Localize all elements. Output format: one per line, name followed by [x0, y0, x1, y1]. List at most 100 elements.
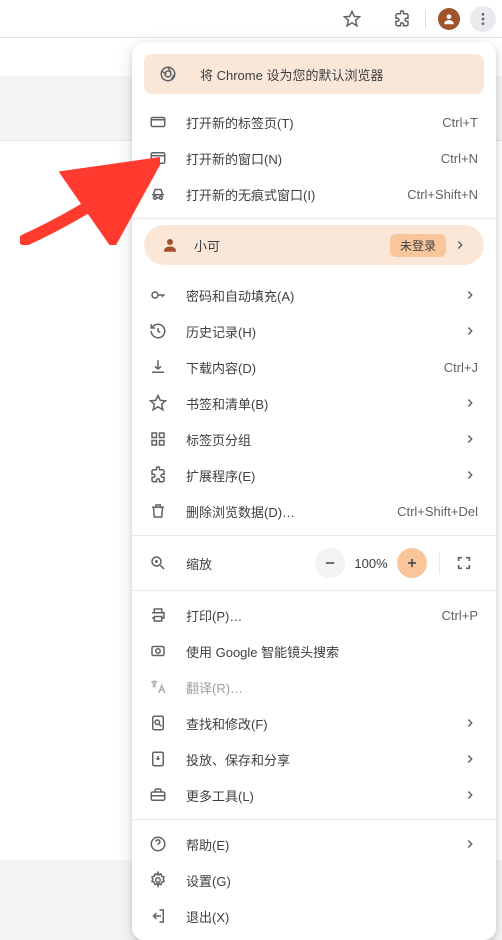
- zoom-icon: [148, 553, 168, 573]
- tab-icon: [148, 112, 168, 132]
- menu-label: 查找和修改(F): [186, 714, 456, 733]
- menu-divider: [132, 218, 496, 219]
- lens-icon: [148, 641, 168, 661]
- search-page-icon: [148, 713, 168, 733]
- gear-icon: [148, 870, 168, 890]
- puzzle-icon: [148, 465, 168, 485]
- menu-label: 下载内容(D): [186, 358, 436, 377]
- translate-item: 翻译(R)…: [132, 669, 496, 705]
- clear-data-item[interactable]: 删除浏览数据(D)… Ctrl+Shift+Del: [132, 493, 496, 529]
- default-browser-banner[interactable]: 将 Chrome 设为您的默认浏览器: [144, 54, 484, 94]
- star-icon: [148, 393, 168, 413]
- more-tools-item[interactable]: 更多工具(L): [132, 777, 496, 813]
- chevron-right-icon: [452, 237, 468, 253]
- chrome-icon: [158, 64, 178, 84]
- menu-label: 打印(P)…: [186, 606, 434, 625]
- help-item[interactable]: 帮助(E): [132, 826, 496, 862]
- tab-groups-item[interactable]: 标签页分组: [132, 421, 496, 457]
- profile-status-badge: 未登录: [390, 234, 446, 257]
- printer-icon: [148, 605, 168, 625]
- passwords-item[interactable]: 密码和自动填充(A): [132, 277, 496, 313]
- chevron-right-icon: [462, 836, 478, 852]
- zoom-controls: 100%: [315, 548, 478, 578]
- menu-label: 使用 Google 智能镜头搜索: [186, 642, 478, 661]
- zoom-row: 缩放 100%: [132, 542, 496, 584]
- star-icon[interactable]: [339, 6, 365, 32]
- chevron-right-icon: [462, 751, 478, 767]
- chevron-right-icon: [462, 467, 478, 483]
- zoom-label: 缩放: [186, 554, 315, 573]
- chevron-right-icon: [462, 715, 478, 731]
- incognito-icon: [148, 184, 168, 204]
- window-icon: [148, 148, 168, 168]
- menu-label: 书签和清单(B): [186, 394, 456, 413]
- fullscreen-button[interactable]: [450, 549, 478, 577]
- zoom-separator: [439, 552, 440, 574]
- help-icon: [148, 834, 168, 854]
- menu-shortcut: Ctrl+T: [442, 115, 478, 130]
- profile-avatar[interactable]: [436, 6, 462, 32]
- menu-label: 扩展程序(E): [186, 466, 456, 485]
- settings-item[interactable]: 设置(G): [132, 862, 496, 898]
- cast-share-item[interactable]: 投放、保存和分享: [132, 741, 496, 777]
- menu-shortcut: Ctrl+N: [441, 151, 478, 166]
- menu-divider: [132, 535, 496, 536]
- chevron-right-icon: [462, 431, 478, 447]
- zoom-in-button[interactable]: [397, 548, 427, 578]
- menu-button[interactable]: [470, 6, 496, 32]
- chevron-right-icon: [462, 287, 478, 303]
- print-item[interactable]: 打印(P)… Ctrl+P: [132, 597, 496, 633]
- menu-label: 历史记录(H): [186, 322, 456, 341]
- menu-label: 投放、保存和分享: [186, 750, 456, 769]
- menu-label: 打开新的窗口(N): [186, 149, 433, 168]
- lens-search-item[interactable]: 使用 Google 智能镜头搜索: [132, 633, 496, 669]
- find-item[interactable]: 查找和修改(F): [132, 705, 496, 741]
- new-tab-item[interactable]: 打开新的标签页(T) Ctrl+T: [132, 104, 496, 140]
- grid-icon: [148, 429, 168, 449]
- menu-shortcut: Ctrl+J: [444, 360, 478, 375]
- menu-label: 密码和自动填充(A): [186, 286, 456, 305]
- extensions-item[interactable]: 扩展程序(E): [132, 457, 496, 493]
- exit-item[interactable]: 退出(X): [132, 898, 496, 934]
- extensions-icon[interactable]: [389, 6, 415, 32]
- chevron-right-icon: [462, 395, 478, 411]
- menu-label: 打开新的无痕式窗口(I): [186, 185, 399, 204]
- chevron-right-icon: [462, 323, 478, 339]
- toolbar-separator: [425, 10, 426, 28]
- menu-divider: [132, 590, 496, 591]
- menu-label: 标签页分组: [186, 430, 456, 449]
- cast-icon: [148, 749, 168, 769]
- trash-icon: [148, 501, 168, 521]
- zoom-out-button[interactable]: [315, 548, 345, 578]
- history-item[interactable]: 历史记录(H): [132, 313, 496, 349]
- menu-label: 帮助(E): [186, 835, 456, 854]
- profile-row[interactable]: 小可 未登录: [144, 225, 484, 265]
- key-icon: [148, 285, 168, 305]
- menu-label: 退出(X): [186, 907, 478, 926]
- bookmarks-item[interactable]: 书签和清单(B): [132, 385, 496, 421]
- menu-label: 打开新的标签页(T): [186, 113, 434, 132]
- menu-divider: [132, 819, 496, 820]
- menu-shortcut: Ctrl+Shift+Del: [397, 504, 478, 519]
- profile-name: 小可: [194, 236, 382, 255]
- exit-icon: [148, 906, 168, 926]
- toolbox-icon: [148, 785, 168, 805]
- chrome-menu: 将 Chrome 设为您的默认浏览器 打开新的标签页(T) Ctrl+T 打开新…: [132, 42, 496, 940]
- person-icon: [160, 235, 180, 255]
- menu-shortcut: Ctrl+P: [442, 608, 478, 623]
- translate-icon: [148, 677, 168, 697]
- browser-toolbar: [0, 0, 502, 38]
- new-window-item[interactable]: 打开新的窗口(N) Ctrl+N: [132, 140, 496, 176]
- menu-shortcut: Ctrl+Shift+N: [407, 187, 478, 202]
- downloads-item[interactable]: 下载内容(D) Ctrl+J: [132, 349, 496, 385]
- incognito-item[interactable]: 打开新的无痕式窗口(I) Ctrl+Shift+N: [132, 176, 496, 212]
- zoom-value: 100%: [349, 556, 393, 571]
- menu-label: 翻译(R)…: [186, 678, 478, 697]
- menu-label: 更多工具(L): [186, 786, 456, 805]
- menu-label: 设置(G): [186, 871, 478, 890]
- download-icon: [148, 357, 168, 377]
- banner-text: 将 Chrome 设为您的默认浏览器: [200, 65, 383, 84]
- menu-label: 删除浏览数据(D)…: [186, 502, 389, 521]
- chevron-right-icon: [462, 787, 478, 803]
- history-icon: [148, 321, 168, 341]
